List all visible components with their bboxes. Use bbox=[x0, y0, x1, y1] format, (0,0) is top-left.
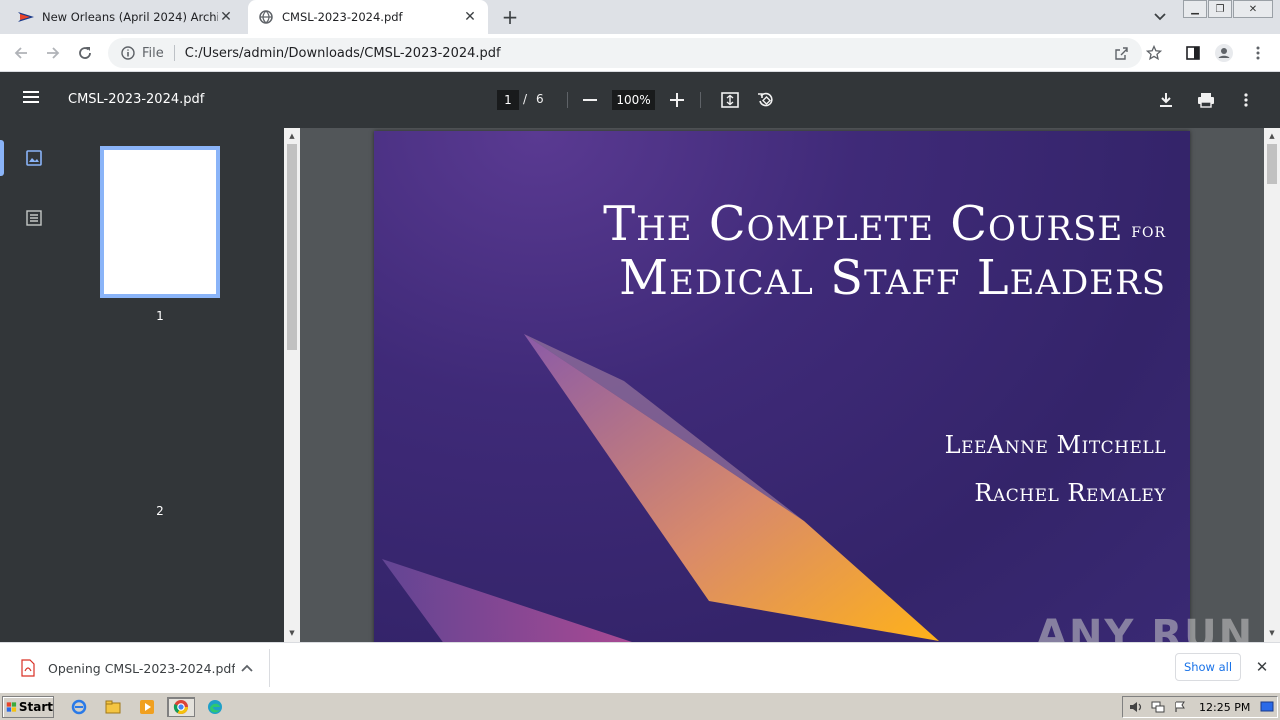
tab-title: CMSL-2023-2024.pdf bbox=[282, 10, 403, 24]
thumbnail-preview bbox=[108, 154, 212, 290]
chevron-up-icon[interactable] bbox=[235, 656, 259, 680]
network-icon[interactable] bbox=[1149, 699, 1167, 715]
hamburger-menu-icon[interactable] bbox=[22, 90, 46, 110]
fit-page-icon[interactable] bbox=[719, 89, 741, 111]
tab-search-chevron-icon[interactable] bbox=[1150, 8, 1170, 26]
tab-title: New Orleans (April 2024) Archives - bbox=[42, 10, 218, 24]
system-tray: 12:25 PM bbox=[1122, 696, 1278, 718]
thumbnail-label: 2 bbox=[156, 504, 164, 518]
page-number-input[interactable]: 1 bbox=[497, 90, 519, 110]
kebab-menu-icon[interactable] bbox=[1249, 44, 1267, 62]
scrollbar-thumb[interactable] bbox=[287, 144, 297, 350]
download-item[interactable]: Opening CMSL-2023-2024.pdf... bbox=[12, 649, 270, 687]
tab-new-orleans[interactable]: New Orleans (April 2024) Archives - ✕ bbox=[8, 0, 244, 34]
start-label: Start bbox=[18, 700, 53, 714]
divider bbox=[567, 92, 568, 108]
share-icon[interactable] bbox=[1113, 45, 1129, 61]
thumbnail-sidebar: 1 2 bbox=[0, 128, 284, 642]
thumbnails-view-icon[interactable] bbox=[24, 148, 44, 168]
rotate-icon[interactable] bbox=[755, 89, 777, 111]
download-icon[interactable] bbox=[1155, 89, 1177, 111]
scrollbar-thumb[interactable] bbox=[1267, 144, 1277, 184]
selection-indicator bbox=[0, 140, 4, 176]
profile-avatar-icon[interactable] bbox=[1215, 44, 1233, 62]
forward-arrow-icon[interactable] bbox=[40, 40, 66, 66]
scroll-up-arrow-icon[interactable]: ▲ bbox=[1264, 129, 1280, 143]
scroll-down-arrow-icon[interactable]: ▼ bbox=[1264, 626, 1280, 640]
volume-icon[interactable] bbox=[1127, 699, 1145, 715]
new-tab-button[interactable]: + bbox=[498, 5, 522, 29]
browser-toolbar: File C:/Users/admin/Downloads/CMSL-2023-… bbox=[0, 34, 1280, 72]
cover-title: The Complete Course for Medical Staff Lea… bbox=[603, 197, 1166, 305]
globe-icon bbox=[258, 9, 274, 25]
show-all-button[interactable]: Show all bbox=[1175, 653, 1241, 681]
side-panel-icon[interactable] bbox=[1184, 44, 1202, 62]
page-count: 6 bbox=[536, 92, 544, 106]
outline-view-icon[interactable] bbox=[24, 208, 44, 228]
windows-taskbar: Start 12:25 PM bbox=[0, 692, 1280, 720]
divider bbox=[173, 45, 175, 61]
info-icon[interactable] bbox=[120, 45, 136, 61]
url-scheme: File bbox=[142, 45, 164, 61]
url-text[interactable]: C:/Users/admin/Downloads/CMSL-2023-2024.… bbox=[185, 46, 501, 61]
close-window-icon[interactable]: ✕ bbox=[1233, 0, 1273, 18]
address-bar[interactable]: File C:/Users/admin/Downloads/CMSL-2023-… bbox=[108, 38, 1162, 68]
minimize-window-icon[interactable]: ▁ bbox=[1183, 0, 1207, 18]
page-thumbnail-1[interactable] bbox=[100, 146, 220, 298]
page-separator: / bbox=[523, 92, 528, 106]
edge-icon[interactable] bbox=[204, 697, 226, 717]
tab-strip: New Orleans (April 2024) Archives - ✕ CM… bbox=[0, 0, 1280, 34]
thumbnail-label: 1 bbox=[156, 309, 164, 323]
clock[interactable]: 12:25 PM bbox=[1199, 701, 1250, 714]
show-desktop-icon[interactable] bbox=[1258, 699, 1276, 715]
scroll-up-arrow-icon[interactable]: ▲ bbox=[284, 129, 300, 143]
more-options-icon[interactable] bbox=[1235, 89, 1257, 111]
close-tab-icon[interactable]: ✕ bbox=[462, 9, 478, 25]
pdf-page-1: The Complete Course for Medical Staff Lea… bbox=[374, 131, 1190, 642]
close-tab-icon[interactable]: ✕ bbox=[218, 9, 234, 25]
file-explorer-icon[interactable] bbox=[102, 697, 124, 717]
author-name: LeeAnne Mitchell bbox=[944, 431, 1166, 459]
cover-title-for: for bbox=[1131, 218, 1166, 242]
document-viewport[interactable]: The Complete Course for Medical Staff Lea… bbox=[300, 128, 1264, 642]
internet-explorer-icon[interactable] bbox=[68, 697, 90, 717]
back-arrow-icon[interactable] bbox=[8, 40, 34, 66]
arrow-logo-icon bbox=[18, 9, 34, 25]
start-button[interactable]: Start bbox=[2, 696, 54, 718]
cover-title-line1: The Complete Course bbox=[603, 196, 1124, 252]
scroll-down-arrow-icon[interactable]: ▼ bbox=[284, 626, 300, 640]
reload-icon[interactable] bbox=[72, 40, 98, 66]
sidebar-scrollbar[interactable]: ▲ ▼ bbox=[284, 128, 300, 642]
restore-window-icon[interactable]: ❐ bbox=[1208, 0, 1232, 18]
document-scrollbar[interactable]: ▲ ▼ bbox=[1264, 128, 1280, 642]
download-shelf: Opening CMSL-2023-2024.pdf... Show all ✕ bbox=[0, 642, 1280, 692]
zoom-level-input[interactable]: 100% bbox=[612, 90, 655, 110]
pdf-toolbar: CMSL-2023-2024.pdf 1 / 6 100% bbox=[0, 72, 1280, 128]
author-name: Rachel Remaley bbox=[974, 479, 1166, 507]
zoom-in-icon[interactable] bbox=[666, 89, 688, 111]
print-icon[interactable] bbox=[1195, 89, 1217, 111]
action-center-flag-icon[interactable] bbox=[1171, 699, 1189, 715]
chrome-taskbar-icon[interactable] bbox=[167, 697, 195, 717]
zoom-out-icon[interactable] bbox=[579, 89, 601, 111]
windows-logo-icon bbox=[6, 702, 17, 712]
cover-title-line2: Medical Staff Leaders bbox=[619, 250, 1166, 306]
pdf-file-icon bbox=[21, 659, 35, 677]
download-status-text: Opening CMSL-2023-2024.pdf... bbox=[48, 660, 235, 676]
tab-cmsl-pdf[interactable]: CMSL-2023-2024.pdf ✕ bbox=[248, 0, 488, 34]
pdf-title: CMSL-2023-2024.pdf bbox=[68, 92, 205, 107]
bookmark-star-icon[interactable] bbox=[1146, 45, 1162, 61]
media-player-icon[interactable] bbox=[136, 697, 158, 717]
divider bbox=[700, 92, 701, 108]
close-shelf-icon[interactable]: ✕ bbox=[1252, 657, 1272, 677]
